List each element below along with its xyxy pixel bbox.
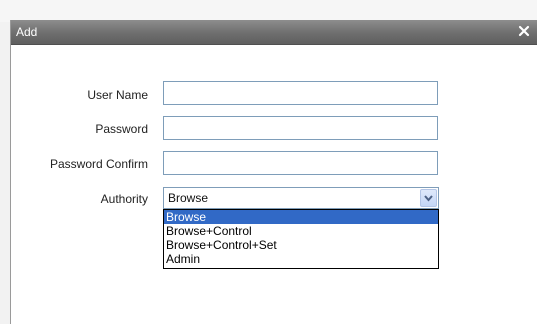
password-input[interactable] bbox=[163, 116, 438, 140]
authority-option-browse[interactable]: Browse bbox=[164, 210, 438, 224]
password-confirm-input[interactable] bbox=[163, 151, 438, 175]
close-icon[interactable] bbox=[517, 23, 531, 39]
authority-dropdown-list: Browse Browse+Control Browse+Control+Set… bbox=[163, 209, 439, 269]
authority-option-browse-control-set[interactable]: Browse+Control+Set bbox=[164, 238, 438, 252]
password-confirm-label: Password Confirm bbox=[49, 157, 148, 171]
page-background bbox=[0, 0, 537, 22]
dialog-titlebar[interactable]: Add bbox=[11, 20, 537, 45]
authority-option-admin[interactable]: Admin bbox=[164, 252, 438, 266]
dialog-title: Add bbox=[16, 25, 38, 39]
authority-label: Authority bbox=[100, 192, 148, 206]
authority-option-browse-control[interactable]: Browse+Control bbox=[164, 224, 438, 238]
user-name-label: User Name bbox=[87, 88, 148, 102]
authority-select[interactable]: Browse bbox=[163, 187, 439, 209]
add-user-dialog: Add User Name Password Password Confirm … bbox=[10, 20, 537, 324]
authority-selected-value: Browse bbox=[168, 191, 209, 205]
password-label: Password bbox=[95, 122, 148, 136]
chevron-down-icon[interactable] bbox=[420, 189, 437, 207]
user-name-input[interactable] bbox=[163, 81, 438, 105]
